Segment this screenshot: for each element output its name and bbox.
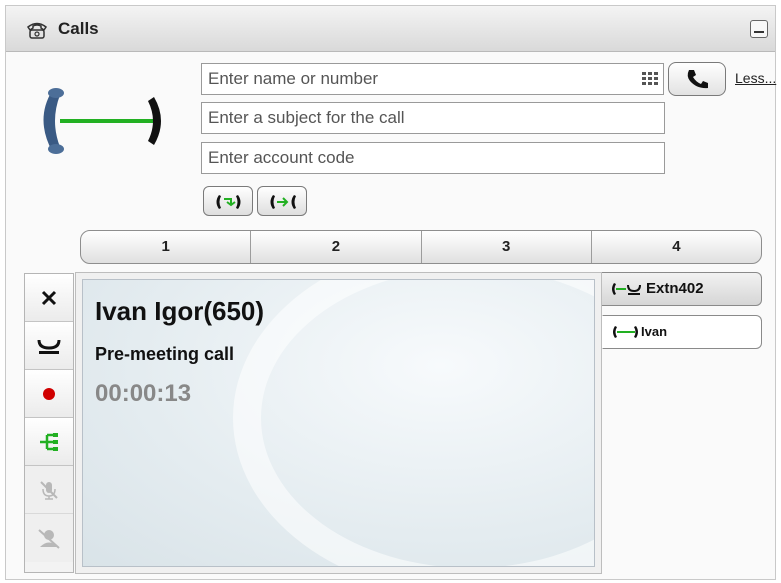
park-icon bbox=[40, 432, 58, 451]
held-call-icon bbox=[612, 283, 641, 295]
background-swirl bbox=[233, 280, 594, 566]
minimize-button[interactable] bbox=[750, 20, 768, 38]
mute-button[interactable] bbox=[25, 466, 73, 514]
conference-icon bbox=[270, 195, 296, 209]
conference-button[interactable] bbox=[257, 186, 307, 216]
connected-call-icon bbox=[613, 326, 638, 338]
call-tab-extn402[interactable]: Extn402 bbox=[602, 272, 762, 306]
call-details: Ivan Igor(650) Pre-meeting call 00:00:13 bbox=[82, 279, 595, 567]
call-toolbar bbox=[24, 273, 74, 573]
call-subject-input[interactable] bbox=[201, 102, 665, 134]
call-tab-ivan[interactable]: Ivan bbox=[602, 315, 762, 349]
call-button[interactable] bbox=[668, 62, 726, 96]
transfer-button[interactable] bbox=[203, 186, 253, 216]
less-link[interactable]: Less... bbox=[735, 70, 776, 86]
park-button[interactable] bbox=[25, 418, 73, 466]
drop-call-button[interactable] bbox=[25, 274, 73, 322]
calls-window: Calls Less... bbox=[5, 5, 776, 580]
account-code-input[interactable] bbox=[201, 142, 665, 174]
title-bar: Calls bbox=[6, 6, 775, 52]
record-button[interactable] bbox=[25, 370, 73, 418]
caller-name: Ivan Igor(650) bbox=[95, 296, 265, 326]
headset-button[interactable] bbox=[25, 514, 73, 562]
record-icon bbox=[43, 387, 55, 400]
dialpad-icon[interactable] bbox=[639, 68, 661, 90]
mute-icon bbox=[40, 480, 58, 500]
tab-1[interactable]: 1 bbox=[81, 231, 252, 263]
call-tab-label: Extn402 bbox=[646, 280, 704, 297]
call-subject: Pre-meeting call bbox=[95, 344, 235, 364]
call-icon bbox=[687, 70, 708, 89]
name-or-number-input[interactable] bbox=[201, 63, 664, 95]
phone-icon bbox=[26, 22, 48, 39]
hold-icon bbox=[37, 339, 61, 354]
window-title: Calls bbox=[58, 19, 99, 38]
drop-icon bbox=[41, 290, 57, 305]
call-duration: 00:00:13 bbox=[95, 380, 192, 407]
tab-2[interactable]: 2 bbox=[251, 231, 422, 263]
call-tabs: 1 2 3 4 bbox=[80, 230, 762, 264]
call-status-icon bbox=[43, 88, 161, 154]
tab-4[interactable]: 4 bbox=[592, 231, 761, 263]
tab-3[interactable]: 3 bbox=[422, 231, 592, 263]
active-call-panel: Ivan Igor(650) Pre-meeting call 00:00:13 bbox=[75, 272, 602, 574]
headset-icon bbox=[38, 529, 60, 549]
hold-button[interactable] bbox=[25, 322, 73, 370]
transfer-icon bbox=[216, 195, 241, 209]
call-tab-label: Ivan bbox=[641, 324, 668, 339]
